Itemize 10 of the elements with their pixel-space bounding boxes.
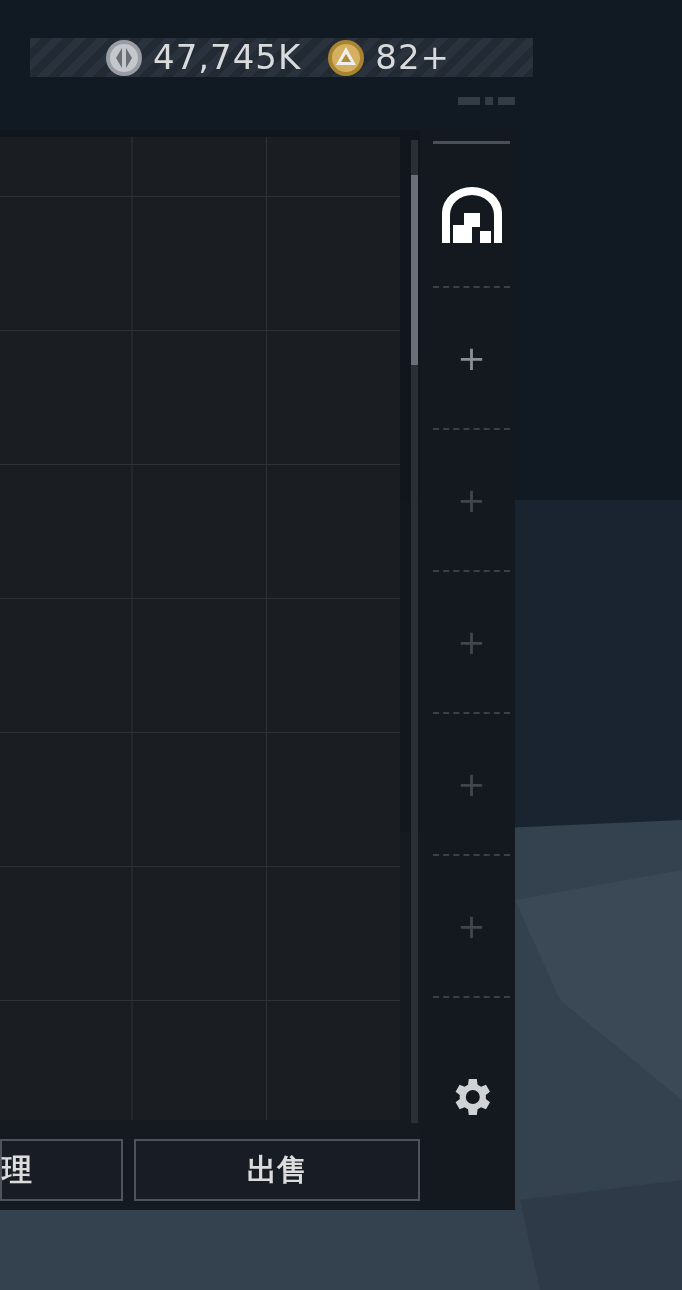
currency-amount: 47,745K bbox=[153, 38, 302, 77]
organize-button[interactable]: 理 bbox=[0, 1139, 123, 1201]
triangle-coin-icon bbox=[327, 38, 366, 77]
helmet-icon[interactable] bbox=[441, 187, 502, 243]
currency-amount: 82+ bbox=[375, 38, 451, 77]
coin-icon bbox=[105, 38, 143, 77]
scrollbar[interactable] bbox=[411, 140, 418, 1123]
add-slot-button[interactable]: + bbox=[433, 286, 510, 428]
barcode-drawing bbox=[458, 97, 515, 105]
sell-button[interactable]: 出售 bbox=[134, 1139, 420, 1201]
